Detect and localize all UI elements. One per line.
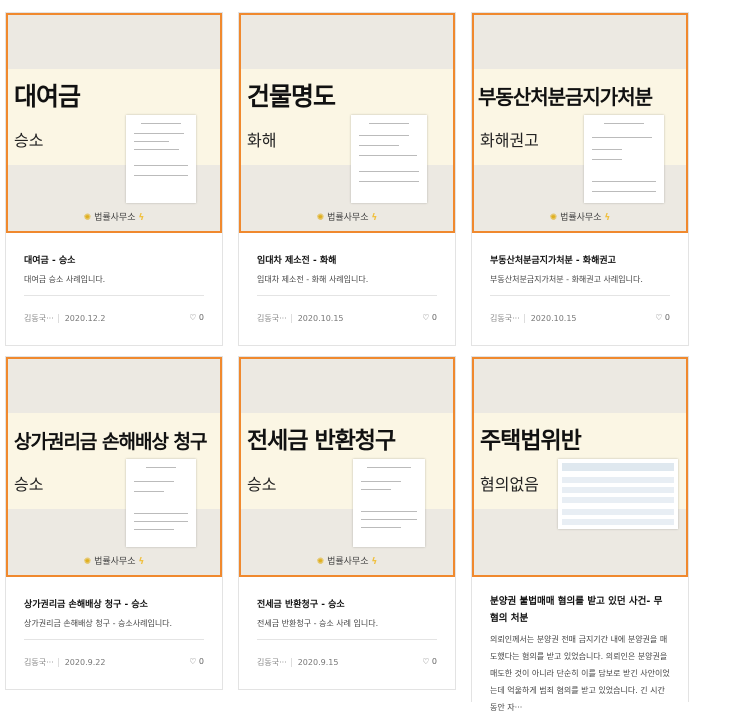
- post-meta: 김동국··· 2020.10.15 ♡ 0: [257, 313, 437, 324]
- thumbnail-title: 전세금 반환청구: [247, 428, 396, 454]
- law-office-logo: ✺ 법률사무소 ϟ: [549, 213, 611, 223]
- thumbnail-subtitle: 승소: [14, 131, 44, 150]
- post-card[interactable]: 건물명도 화해 ✺ 법률사무소 ϟ 임대차 제소전 - 화해 임대차 제소전 -…: [238, 12, 456, 346]
- post-info: 상가권리금 손해배상 청구 - 승소 상가권리금 손해배상 청구 - 승소사례입…: [6, 577, 222, 689]
- post-date: 2020.9.15: [290, 658, 339, 667]
- comment-icon: ♡: [655, 313, 663, 322]
- post-title[interactable]: 전세금 반환청구 - 승소: [257, 597, 437, 610]
- post-thumbnail[interactable]: 주택법위반 혐의없음: [472, 357, 688, 577]
- screenshot-image: [558, 459, 678, 529]
- comment-icon: ♡: [422, 313, 430, 322]
- post-date: 2020.9.22: [57, 658, 106, 667]
- thumbnail-title: 주택법위반: [480, 428, 582, 454]
- post-title[interactable]: 상가권리금 손해배상 청구 - 승소: [24, 597, 204, 610]
- thumbnail-subtitle: 승소: [14, 475, 44, 494]
- post-meta: 김동국··· 2020.9.22 ♡ 0: [24, 657, 204, 668]
- post-info: 임대차 제소전 - 화해 임대차 제소전 - 화해 사례입니다. 김동국··· 2…: [239, 233, 455, 345]
- thumbnail-subtitle: 화해: [247, 131, 277, 150]
- document-image: [584, 115, 664, 203]
- post-description: 임대차 제소전 - 화해 사례입니다.: [257, 275, 369, 284]
- post-description: 전세금 반환청구 - 승소 사례 입니다.: [257, 619, 379, 628]
- document-image: [126, 115, 196, 203]
- thumbnail-title: 상가권리금 손해배상 청구: [14, 431, 208, 453]
- post-meta: 김동국··· 2020.12.2 ♡ 0: [24, 313, 204, 324]
- thumbnail-title: 대여금: [14, 82, 81, 111]
- post-card[interactable]: 부동산처분금지가처분 화해권고 ✺ 법률사무소 ϟ 부동산처분금지가처분 - 화…: [471, 12, 689, 346]
- post-title[interactable]: 대여금 - 승소: [24, 253, 204, 266]
- post-description: 부동산처분금지가처분 - 화해권고 사례입니다.: [490, 275, 643, 284]
- post-date: 2020.12.2: [57, 314, 106, 323]
- comment-count[interactable]: ♡ 0: [422, 657, 437, 666]
- post-thumbnail[interactable]: 부동산처분금지가처분 화해권고 ✺ 법률사무소 ϟ: [472, 13, 688, 233]
- post-card[interactable]: 상가권리금 손해배상 청구 승소 ✺ 법률사무소 ϟ 상가권리금 손해배상 청구…: [5, 356, 223, 690]
- author[interactable]: 김동국···: [24, 314, 54, 323]
- divider: [257, 295, 437, 296]
- comment-icon: ♡: [422, 657, 430, 666]
- comment-count[interactable]: ♡ 0: [189, 657, 204, 666]
- thumbnail-subtitle: 혐의없음: [480, 475, 539, 494]
- thumbnail-title: 건물명도: [247, 82, 336, 111]
- comment-count[interactable]: ♡ 0: [422, 313, 437, 322]
- post-title[interactable]: 임대차 제소전 - 화해: [257, 253, 437, 266]
- post-meta: 김동국··· 2020.9.15 ♡ 0: [257, 657, 437, 668]
- post-description: 의뢰인께서는 분양권 전매 금지기간 내에 분양권을 매도했다는 혐의를 받고 …: [490, 635, 670, 712]
- comment-count[interactable]: ♡ 0: [655, 313, 670, 322]
- comment-count[interactable]: ♡ 0: [189, 313, 204, 322]
- post-title[interactable]: 부동산처분금지가처분 - 화해권고: [490, 253, 670, 266]
- post-thumbnail[interactable]: 건물명도 화해 ✺ 법률사무소 ϟ: [239, 13, 455, 233]
- post-info: 대여금 - 승소 대여금 승소 사례입니다. 김동국··· 2020.12.2 ♡…: [6, 233, 222, 345]
- comment-icon: ♡: [189, 657, 197, 666]
- post-card[interactable]: 주택법위반 혐의없음 분양권 불법매매 혐의를 받고 있던 사건- 무혐의 처분…: [471, 356, 689, 712]
- document-image: [126, 459, 196, 547]
- post-card[interactable]: 전세금 반환청구 승소 ✺ 법률사무소 ϟ 전세금 반환청구 - 승소 전세금 …: [238, 356, 456, 690]
- divider: [257, 639, 437, 640]
- author[interactable]: 김동국···: [24, 658, 54, 667]
- thumbnail-title: 부동산처분금지가처분: [478, 85, 653, 109]
- divider: [24, 295, 204, 296]
- law-office-logo: ✺ 법률사무소 ϟ: [83, 213, 145, 223]
- post-info: 분양권 불법매매 혐의를 받고 있던 사건- 무혐의 처분 의뢰인께서는 분양권…: [472, 577, 688, 712]
- post-date: 2020.10.15: [290, 314, 344, 323]
- divider: [24, 639, 204, 640]
- divider: [490, 295, 670, 296]
- post-meta: 김동국··· 2020.10.15 ♡ 0: [490, 313, 670, 324]
- post-info: 전세금 반환청구 - 승소 전세금 반환청구 - 승소 사례 입니다. 김동국·…: [239, 577, 455, 689]
- post-card[interactable]: 대여금 승소 ✺ 법률사무소 ϟ 대여금 - 승소 대여금 승소 사례입니다. …: [5, 12, 223, 346]
- post-date: 2020.10.15: [523, 314, 577, 323]
- thumbnail-subtitle: 승소: [247, 475, 277, 494]
- post-thumbnail[interactable]: 대여금 승소 ✺ 법률사무소 ϟ: [6, 13, 222, 233]
- comment-icon: ♡: [189, 313, 197, 322]
- author[interactable]: 김동국···: [257, 658, 287, 667]
- post-description: 대여금 승소 사례입니다.: [24, 275, 106, 284]
- law-office-logo: ✺ 법률사무소 ϟ: [316, 557, 378, 567]
- law-office-logo: ✺ 법률사무소 ϟ: [83, 557, 145, 567]
- document-image: [353, 459, 425, 547]
- author[interactable]: 김동국···: [257, 314, 287, 323]
- post-thumbnail[interactable]: 전세금 반환청구 승소 ✺ 법률사무소 ϟ: [239, 357, 455, 577]
- document-image: [351, 115, 427, 203]
- post-description: 상가권리금 손해배상 청구 - 승소사례입니다.: [24, 619, 173, 628]
- post-thumbnail[interactable]: 상가권리금 손해배상 청구 승소 ✺ 법률사무소 ϟ: [6, 357, 222, 577]
- post-title[interactable]: 분양권 불법매매 혐의를 받고 있던 사건- 무혐의 처분: [490, 593, 670, 627]
- thumbnail-subtitle: 화해권고: [480, 131, 539, 150]
- law-office-logo: ✺ 법률사무소 ϟ: [316, 213, 378, 223]
- author[interactable]: 김동국···: [490, 314, 520, 323]
- post-info: 부동산처분금지가처분 - 화해권고 부동산처분금지가처분 - 화해권고 사례입니…: [472, 233, 688, 345]
